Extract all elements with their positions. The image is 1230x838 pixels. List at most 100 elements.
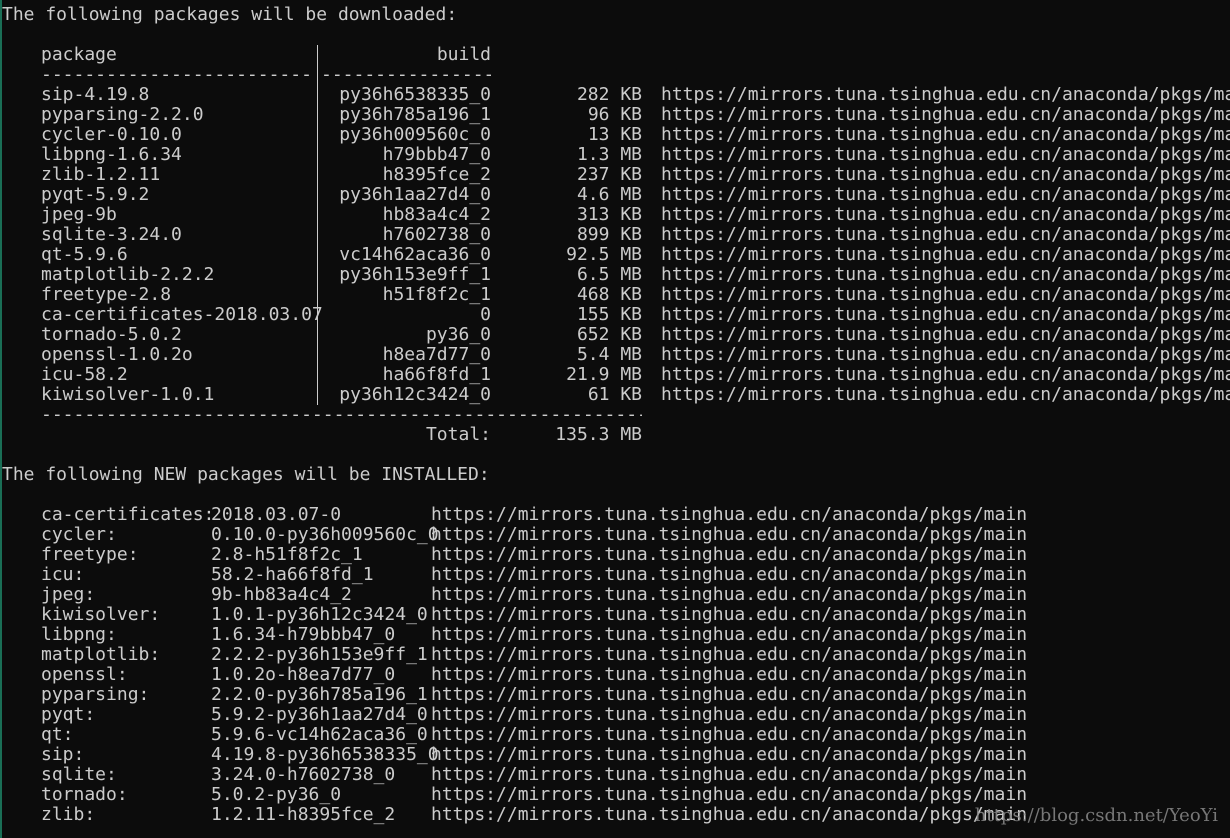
install-list: ca-certificates: 2018.03.07-0 https://mirr…	[2, 505, 1228, 825]
list-item: freetype: 2.8-h51f8f2c_1 https://mirrors.t…	[2, 545, 1228, 565]
package-name: cycler-0.10.0	[41, 124, 182, 145]
list-item: pyparsing: 2.2.0-py36h785a196_1 https://mi…	[2, 685, 1228, 705]
package-name: openssl-1.0.2o	[41, 344, 193, 365]
install-package-channel: https://mirrors.tuna.tsinghua.edu.cn/ana…	[431, 524, 1028, 545]
package-size: 237 KB	[576, 164, 642, 185]
package-build: h7602738_0	[382, 224, 491, 245]
list-item: icu: 58.2-ha66f8fd_1 https://mirrors.tuna.…	[2, 565, 1228, 585]
column-separator	[317, 185, 318, 205]
install-package-channel: https://mirrors.tuna.tsinghua.edu.cn/ana…	[431, 684, 1028, 705]
package-channel: https://mirrors.tuna.tsinghua.edu.cn/ana…	[661, 124, 1230, 145]
install-package-version: 9b-hb83a4c4_2	[211, 584, 352, 605]
table-row: tornado-5.0.2 py36_0 652 KB https://mirrors…	[2, 324, 1230, 345]
package-name: icu-58.2	[41, 364, 128, 385]
install-package-name: zlib:	[41, 804, 96, 825]
package-build: 0	[480, 304, 491, 325]
column-separator	[317, 265, 318, 285]
package-build: py36h1aa27d4_0	[339, 184, 491, 205]
list-item: tornado: 5.0.2-py36_0 https://mirrors.tuna…	[2, 785, 1228, 805]
install-package-name: cycler:	[41, 524, 117, 545]
install-package-name: sip:	[41, 744, 85, 765]
install-package-version: 5.9.6-vc14h62aca36_0	[211, 724, 428, 745]
package-size: 4.6 MB	[576, 184, 642, 205]
package-channel: https://mirrors.tuna.tsinghua.edu.cn/ana…	[661, 384, 1230, 405]
package-channel: https://mirrors.tuna.tsinghua.edu.cn/ana…	[661, 184, 1230, 205]
install-package-name: libpng:	[41, 624, 117, 645]
package-name: zlib-1.2.11	[41, 164, 161, 185]
install-package-name: jpeg:	[41, 584, 96, 605]
package-size: 468 KB	[576, 284, 642, 305]
column-header-build: build	[436, 44, 491, 65]
download-table-body: sip-4.19.8 py36h6538335_0 282 KB https://mi…	[2, 84, 1230, 405]
download-table-total-rule: ----------------------------------------…	[2, 405, 1228, 425]
package-size: 5.4 MB	[576, 344, 642, 365]
install-package-name: sqlite:	[41, 764, 117, 785]
column-separator	[317, 325, 318, 345]
package-size: 21.9 MB	[566, 364, 642, 385]
list-item: ca-certificates: 2018.03.07-0 https://mirr…	[2, 505, 1228, 525]
column-separator	[317, 245, 318, 265]
install-package-name: ca-certificates:	[41, 504, 215, 525]
install-package-name: icu:	[41, 564, 85, 585]
install-package-channel: https://mirrors.tuna.tsinghua.edu.cn/ana…	[431, 744, 1028, 765]
package-name: freetype-2.8	[41, 284, 172, 305]
column-separator	[317, 365, 318, 385]
column-separator	[317, 145, 318, 165]
package-name: sip-4.19.8	[41, 84, 150, 105]
download-header-line: The following packages will be downloade…	[2, 5, 1228, 25]
download-table-header: package build	[2, 45, 1228, 65]
install-package-version: 4.19.8-py36h6538335_0	[211, 744, 439, 765]
column-separator	[317, 85, 318, 105]
total-rule: ----------------------------------------…	[41, 405, 642, 425]
table-row: zlib-1.2.11 h8395fce_2 237 KB https://mirro…	[2, 164, 1230, 185]
install-package-channel: https://mirrors.tuna.tsinghua.edu.cn/ana…	[431, 724, 1028, 745]
list-item: qt: 5.9.6-vc14h62aca36_0 https://mirrors.t…	[2, 725, 1228, 745]
column-separator	[317, 205, 318, 225]
build-underline: -----------------	[321, 65, 491, 85]
download-table-underline: --------------------------- ------------…	[2, 65, 1228, 85]
download-total-line: Total: 135.3 MB	[2, 425, 1228, 445]
install-package-name: freetype:	[41, 544, 139, 565]
table-row: icu-58.2 ha66f8fd_1 21.9 MB https://mirrors…	[2, 364, 1230, 385]
package-channel: https://mirrors.tuna.tsinghua.edu.cn/ana…	[661, 264, 1230, 285]
package-channel: https://mirrors.tuna.tsinghua.edu.cn/ana…	[661, 224, 1230, 245]
list-item: pyqt: 5.9.2-py36h1aa27d4_0 https://mirrors…	[2, 705, 1228, 725]
package-size: 6.5 MB	[576, 264, 642, 285]
download-header: The following packages will be downloade…	[2, 4, 458, 25]
package-channel: https://mirrors.tuna.tsinghua.edu.cn/ana…	[661, 204, 1230, 225]
install-package-version: 1.2.11-h8395fce_2	[211, 804, 396, 825]
install-package-channel: https://mirrors.tuna.tsinghua.edu.cn/ana…	[431, 804, 1028, 825]
terminal-output: The following packages will be downloade…	[2, 5, 1230, 835]
package-size: 313 KB	[576, 204, 642, 225]
package-name: qt-5.9.6	[41, 244, 128, 265]
install-package-version: 58.2-ha66f8fd_1	[211, 564, 374, 585]
install-package-version: 1.0.1-py36h12c3424_0	[211, 604, 428, 625]
package-build: h8395fce_2	[382, 164, 491, 185]
install-package-name: kiwisolver:	[41, 604, 161, 625]
list-item: openssl: 1.0.2o-h8ea7d77_0 https://mirrors…	[2, 665, 1228, 685]
table-row: libpng-1.6.34 h79bbb47_0 1.3 MB https://mir…	[2, 144, 1230, 165]
package-name: pyparsing-2.2.0	[41, 104, 204, 125]
install-package-channel: https://mirrors.tuna.tsinghua.edu.cn/ana…	[431, 504, 1028, 525]
package-size: 13 KB	[587, 124, 642, 145]
watermark-text: https://blog.csdn.net/YeoYi	[974, 805, 1218, 826]
package-size: 155 KB	[576, 304, 642, 325]
column-separator	[317, 385, 318, 405]
table-row: ca-certificates-2018.03.07 0 155 KB https:/…	[2, 304, 1230, 325]
package-name: ca-certificates-2018.03.07	[41, 304, 323, 325]
package-build: h79bbb47_0	[382, 144, 491, 165]
package-channel: https://mirrors.tuna.tsinghua.edu.cn/ana…	[661, 244, 1230, 265]
install-package-version: 2.8-h51f8f2c_1	[211, 544, 363, 565]
install-package-version: 3.24.0-h7602738_0	[211, 764, 396, 785]
install-package-version: 1.6.34-h79bbb47_0	[211, 624, 396, 645]
install-package-version: 2.2.2-py36h153e9ff_1	[211, 644, 428, 665]
column-separator	[317, 305, 318, 325]
list-item: libpng: 1.6.34-h79bbb47_0 https://mirrors.…	[2, 625, 1228, 645]
column-separator	[317, 165, 318, 185]
package-name: tornado-5.0.2	[41, 324, 182, 345]
package-name: pyqt-5.9.2	[41, 184, 150, 205]
column-separator	[317, 45, 318, 65]
